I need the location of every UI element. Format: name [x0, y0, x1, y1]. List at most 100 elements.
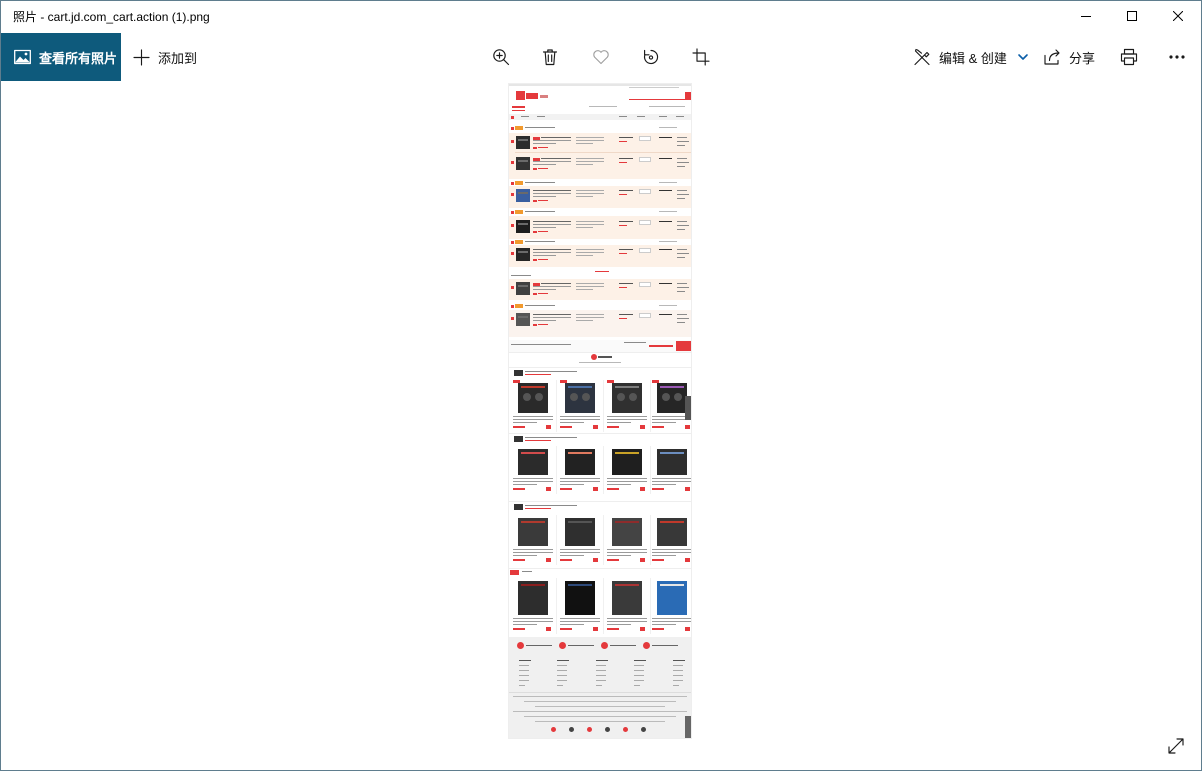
print-icon [1120, 48, 1138, 66]
edit-create-label: 编辑 & 创建 [939, 50, 1007, 66]
minimize-button[interactable] [1063, 1, 1109, 33]
image-viewer[interactable] [1, 81, 1201, 770]
thumb-logo-sub [540, 95, 548, 98]
thumb-card-cart-icon [593, 627, 598, 631]
thumb-card-title [513, 624, 537, 625]
thumb-item-service-text [538, 293, 548, 294]
thumb-coupon-link [659, 211, 677, 212]
thumb-item-move [677, 194, 689, 195]
thumb-column-label [521, 116, 529, 117]
thumb-card-image-highlight [660, 521, 684, 523]
thumb-card-cart-icon [640, 558, 645, 562]
thumb-item-service-tag [533, 168, 537, 170]
thumb-card-cart-icon [685, 558, 690, 562]
thumb-footer-service-icon [643, 642, 650, 649]
fullscreen-icon [1166, 736, 1186, 756]
toolbar: 查看所有照片 添加到 编辑 & 创建 分享 [1, 33, 1201, 81]
thumb-item-image-detail [518, 285, 528, 287]
thumb-logo-text [526, 93, 538, 99]
thumb-shop-checkbox [511, 127, 514, 130]
thumb-card-title [560, 481, 600, 482]
thumb-item-similar [677, 291, 685, 292]
edit-create-button[interactable]: 编辑 & 创建 [913, 33, 1032, 81]
thumb-item-price [619, 283, 633, 284]
thumb-item-service-text [538, 231, 548, 232]
thumb-footer-service-icon [601, 642, 608, 649]
thumb-item-image [516, 313, 530, 326]
thumb-item-delete [677, 283, 687, 284]
thumb-section-divider [509, 568, 691, 569]
thumb-card-title [560, 549, 600, 550]
thumb-card-image-highlight [521, 386, 545, 388]
thumb-card-cart-icon [685, 627, 690, 631]
thumb-card-fan [674, 393, 682, 401]
title-bar[interactable]: 照片 - cart.jd.com_cart.action (1).png [1, 1, 1201, 33]
thumb-footer-legal [535, 721, 665, 722]
thumb-card-image-highlight [660, 386, 684, 388]
thumb-card-price [560, 426, 572, 428]
thumb-card-price [513, 559, 525, 561]
more-button[interactable] [1157, 33, 1197, 81]
thumb-card-cart-icon [546, 558, 551, 562]
thumb-footer-legal [524, 716, 676, 717]
thumb-item-move [677, 253, 689, 254]
thumb-card-price [652, 559, 664, 561]
thumb-item-spec [576, 314, 604, 315]
thumb-item-title [533, 193, 571, 194]
thumb-item-image-detail [518, 139, 528, 141]
crop-button[interactable] [681, 33, 721, 81]
thumb-item-quantity [639, 248, 651, 253]
zoom-button[interactable] [481, 33, 521, 81]
thumb-item-image-detail [518, 160, 528, 162]
view-all-photos-button[interactable]: 查看所有照片 [1, 33, 121, 81]
thumb-card-title [607, 549, 647, 550]
thumb-footer-link [634, 685, 640, 686]
thumb-item-title [533, 249, 571, 250]
thumb-card-divider [650, 446, 651, 494]
thumb-item-spec [576, 190, 604, 191]
thumb-card-divider [650, 578, 651, 634]
thumb-promo-text [595, 271, 609, 272]
thumb-card-divider [603, 515, 604, 565]
thumb-card-cart-icon [593, 558, 598, 562]
thumb-item-title [533, 314, 571, 315]
thumb-footer-legal [513, 696, 687, 697]
thumb-card-divider [556, 578, 557, 634]
thumb-item-subtotal [659, 221, 672, 222]
thumb-search-button [685, 92, 691, 100]
maximize-button[interactable] [1109, 1, 1155, 33]
thumb-item-subtotal [659, 137, 672, 138]
thumb-footer-badge [587, 727, 592, 732]
thumb-delivery-text [649, 106, 685, 107]
thumb-item-price [619, 314, 633, 315]
thumb-item-subtotal [659, 190, 672, 191]
print-button[interactable] [1109, 33, 1149, 81]
share-label: 分享 [1069, 50, 1096, 66]
fullscreen-button[interactable] [1164, 734, 1188, 758]
thumb-card-cart-icon [593, 487, 598, 491]
thumb-card-title [607, 624, 631, 625]
chevron-down-icon [1014, 48, 1032, 66]
add-to-button[interactable]: 添加到 [132, 33, 197, 81]
thumb-card-title [513, 549, 553, 550]
thumb-item-title [533, 255, 556, 256]
share-button[interactable]: 分享 [1043, 33, 1095, 81]
rotate-button[interactable] [631, 33, 671, 81]
thumb-item-spec [576, 196, 593, 197]
displayed-image[interactable] [508, 83, 692, 739]
delete-button[interactable] [530, 33, 570, 81]
thumb-item-move [677, 141, 689, 142]
thumb-item-similar [677, 198, 685, 199]
thumb-item-image-detail [518, 223, 528, 225]
thumb-item-spec [576, 161, 604, 162]
thumb-footer-column-title [557, 660, 569, 661]
thumb-item-title [533, 320, 556, 321]
thumb-footer-service-text [652, 645, 678, 646]
favorite-button[interactable] [581, 33, 621, 81]
thumb-card-title [560, 552, 600, 553]
thumb-shop-tag [515, 126, 523, 130]
thumb-item-checkbox [511, 140, 514, 143]
thumb-tab-underline [512, 110, 525, 111]
thumb-section-title [522, 571, 532, 572]
close-button[interactable] [1155, 1, 1201, 33]
